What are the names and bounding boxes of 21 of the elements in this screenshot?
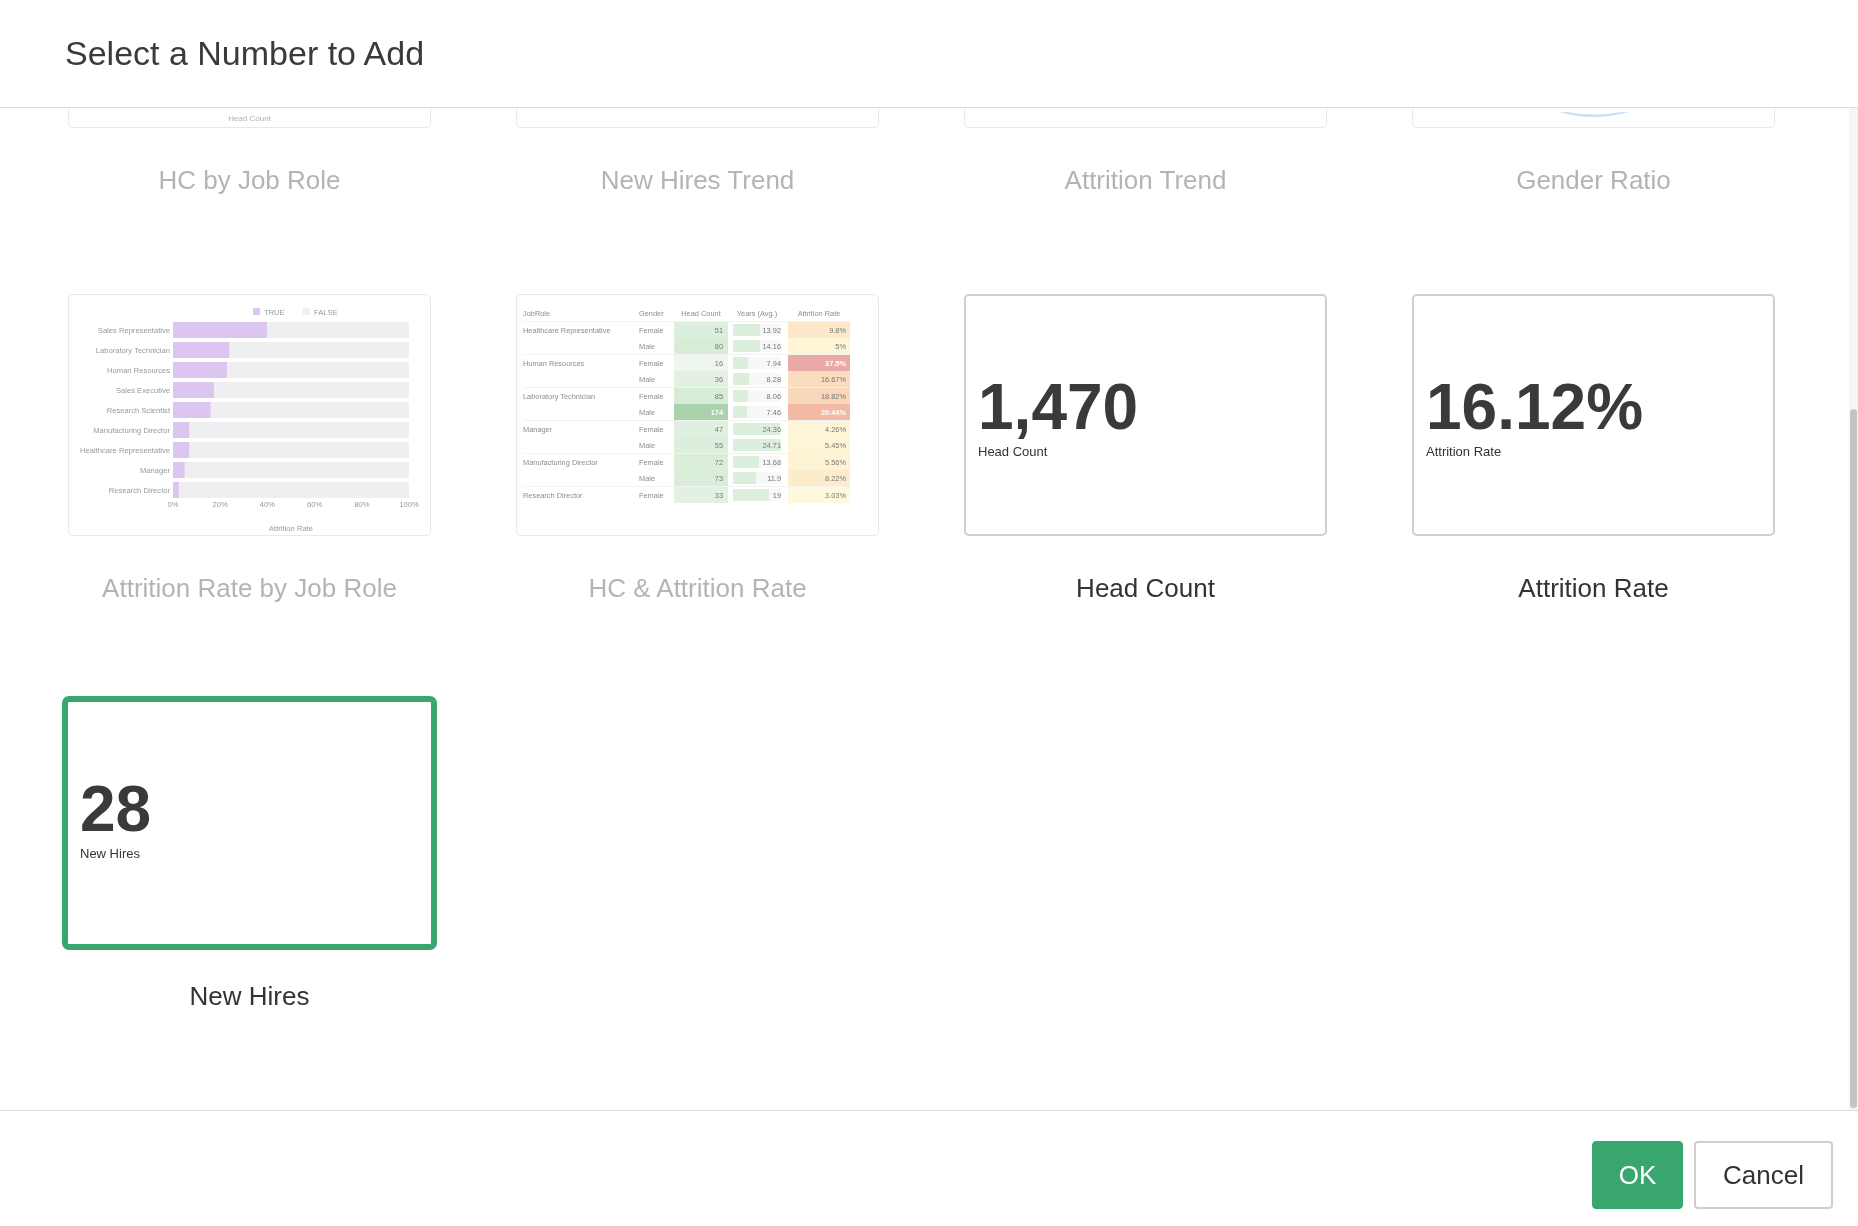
card-title: Head Count	[1076, 573, 1215, 603]
cancel-button[interactable]: Cancel	[1694, 1141, 1833, 1209]
metric-value: 28	[80, 776, 152, 842]
chart-caption: Head Count	[228, 114, 271, 123]
number-card[interactable]: 16.12% Attrition Rate	[1412, 294, 1775, 536]
card-title: HC by Job Role	[158, 165, 341, 195]
dialog-title: Select a Number to Add	[65, 34, 425, 73]
metric-value: 1,470	[978, 374, 1139, 440]
card-title: Attrition Trend	[1064, 165, 1227, 195]
card-title: Attrition Rate	[1518, 573, 1669, 603]
number-card[interactable]: 28 New Hires	[62, 696, 437, 950]
card-title: Attrition Rate by Job Role	[102, 573, 397, 603]
number-card[interactable]: 1,470 Head Count	[964, 294, 1327, 536]
card-title: Gender Ratio	[1516, 165, 1671, 195]
metric-caption: Attrition Rate	[1426, 444, 1502, 459]
metric-caption: New Hires	[80, 846, 140, 861]
card-title: New Hires Trend	[600, 165, 795, 195]
metric-caption: Head Count	[978, 444, 1048, 459]
card-title: New Hires	[189, 981, 310, 1011]
card-title: HC & Attrition Rate	[588, 573, 807, 603]
metric-value: 16.12%	[1426, 374, 1644, 440]
